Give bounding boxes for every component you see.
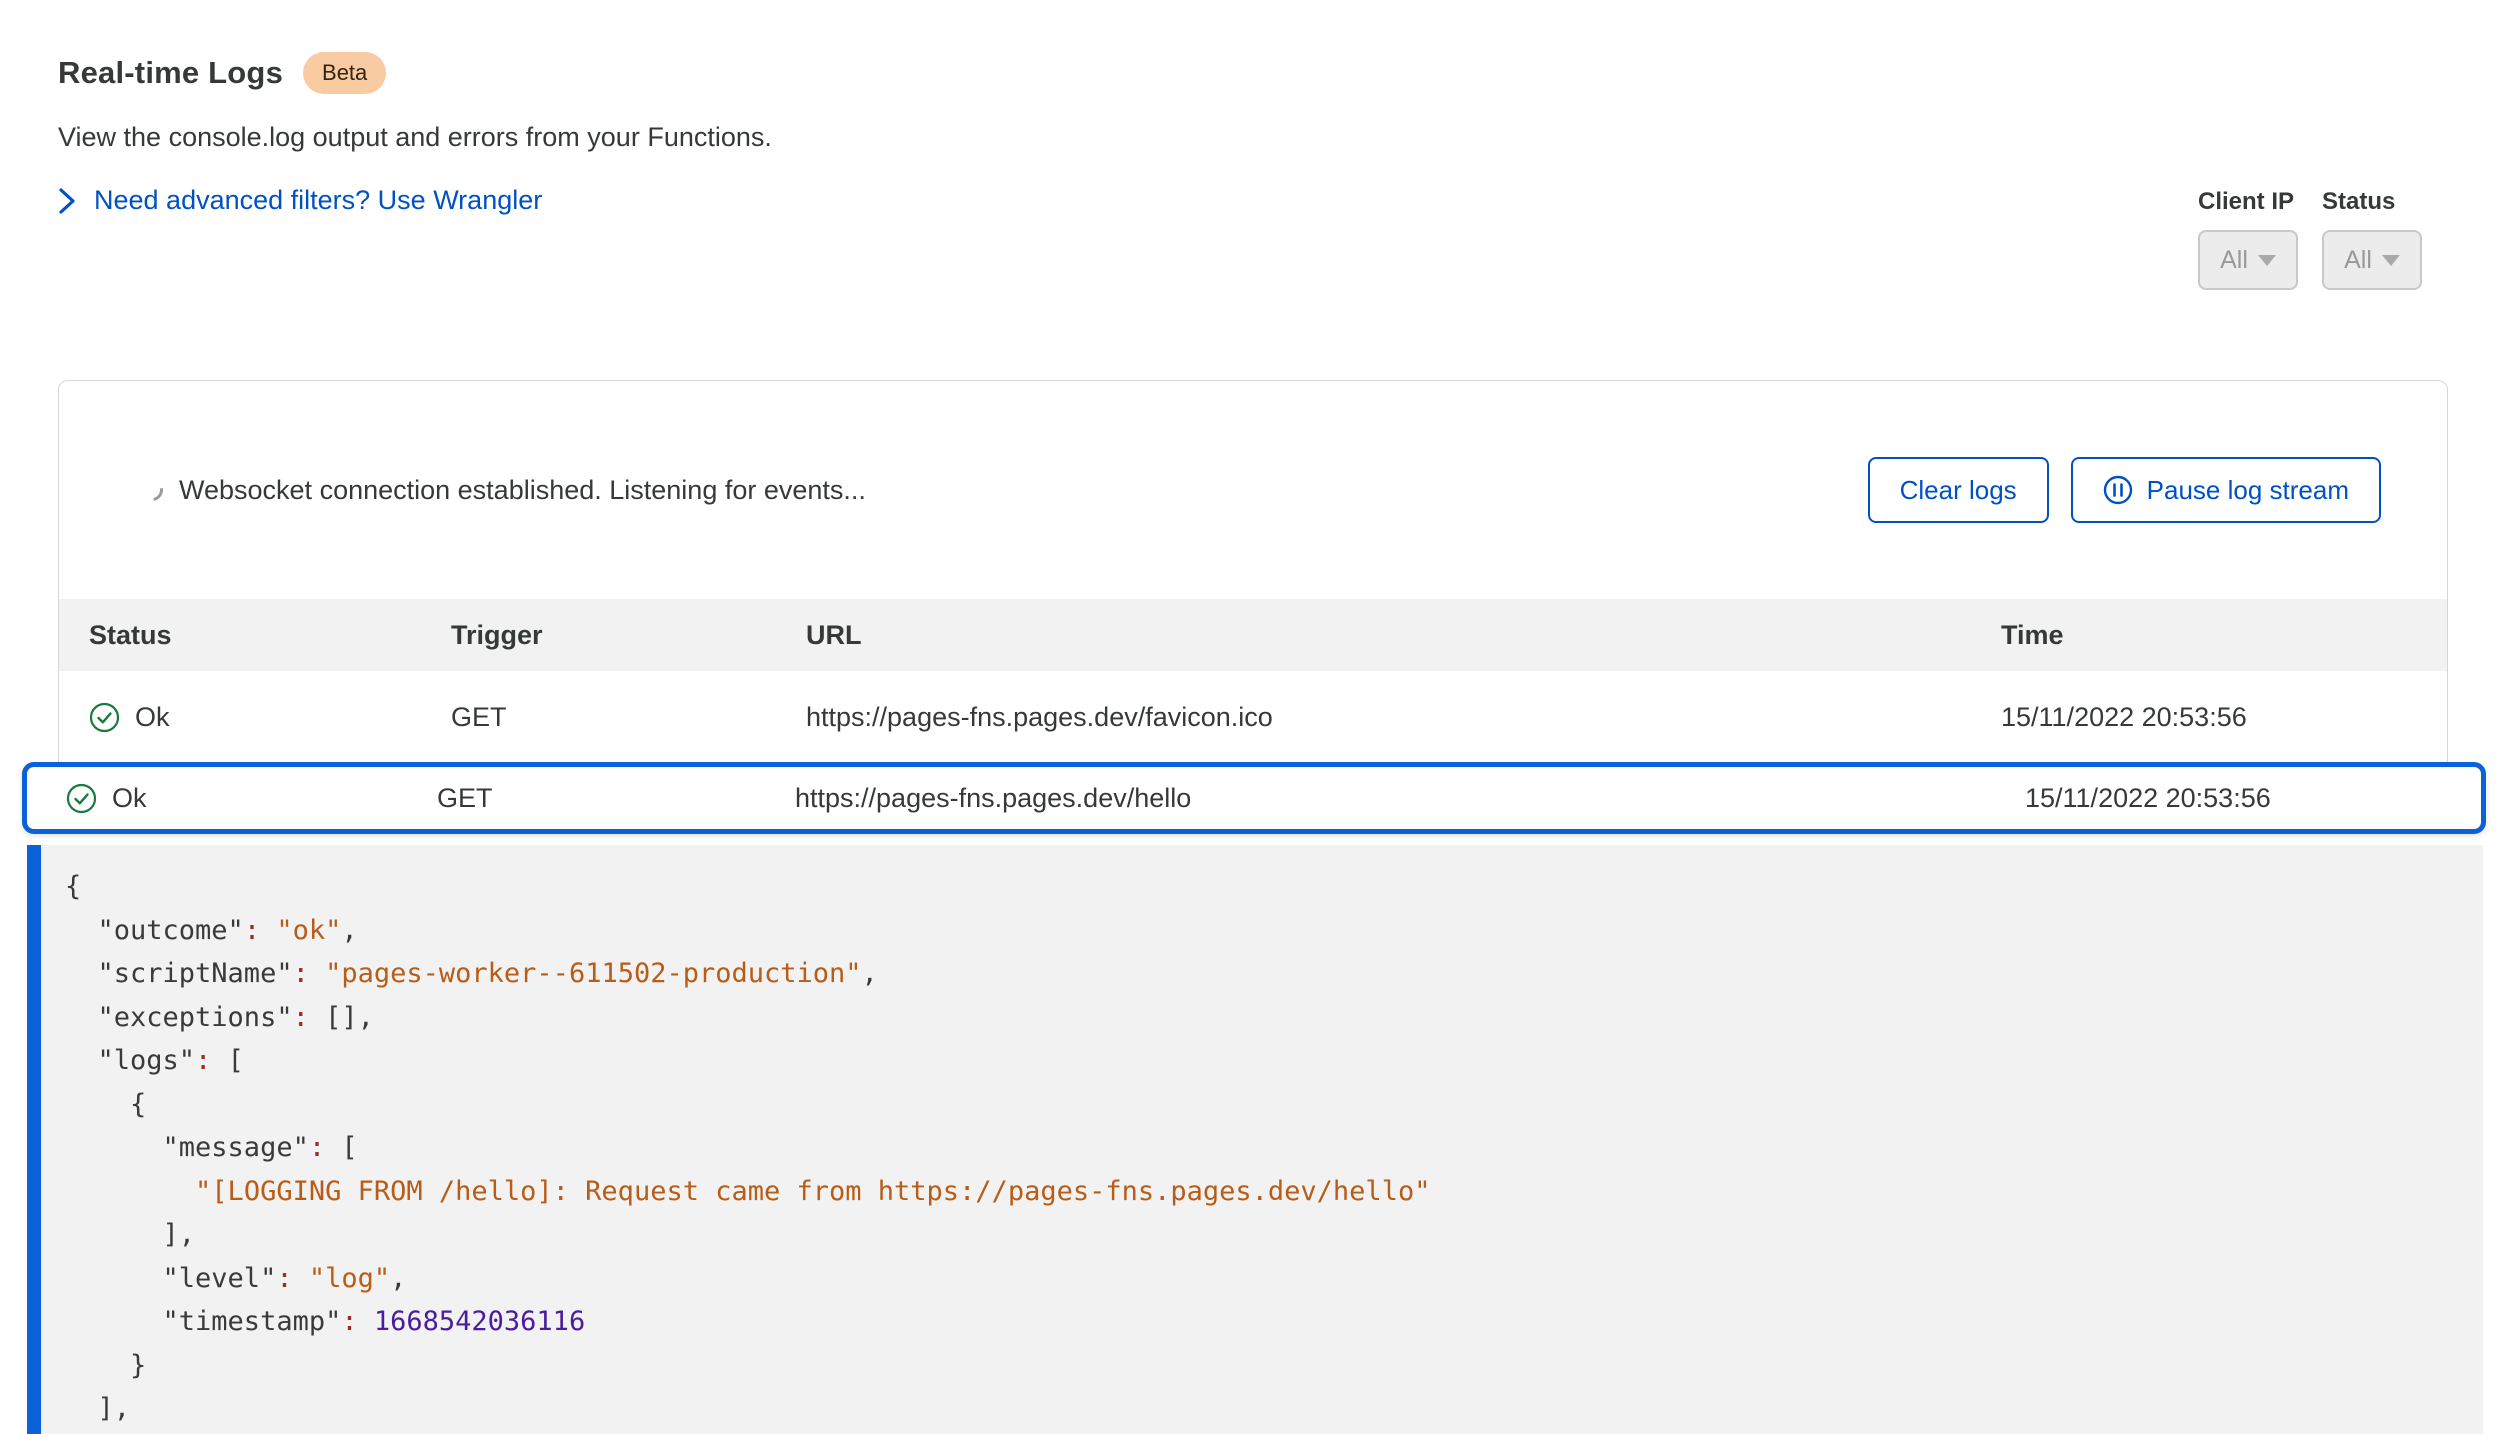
status-cell-label: Ok <box>135 702 170 733</box>
status-filter-label: Status <box>2322 188 2422 216</box>
client-ip-filter-value: All <box>2220 246 2248 275</box>
stream-status-message: Websocket connection established. Listen… <box>179 475 1846 506</box>
status-cell: Ok <box>89 702 451 733</box>
expanded-log-row[interactable]: Ok GET https://pages-fns.pages.dev/hello… <box>22 762 2486 834</box>
spinner-icon <box>137 475 168 506</box>
dropdown-caret-icon <box>2382 255 2400 266</box>
log-detail-panel: { "outcome": "ok", "scriptName": "pages-… <box>27 845 2483 1434</box>
time-cell: 15/11/2022 20:53:56 <box>2001 702 2447 733</box>
chevron-right-icon <box>58 187 76 215</box>
column-header-time: Time <box>2001 620 2447 651</box>
ok-status-icon <box>66 783 97 814</box>
time-cell: 15/11/2022 20:53:56 <box>2025 783 2481 814</box>
url-cell: https://pages-fns.pages.dev/favicon.ico <box>806 702 2001 733</box>
log-table-header: Status Trigger URL Time <box>59 599 2447 671</box>
clear-logs-button-label: Clear logs <box>1900 475 2017 506</box>
url-cell: https://pages-fns.pages.dev/hello <box>795 783 2025 814</box>
pause-icon <box>2103 475 2133 505</box>
status-filter-dropdown[interactable]: All <box>2322 230 2422 290</box>
status-cell-label: Ok <box>112 783 147 814</box>
status-filter-value: All <box>2344 246 2372 275</box>
pause-log-stream-button[interactable]: Pause log stream <box>2071 457 2381 523</box>
ok-status-icon <box>89 702 120 733</box>
trigger-cell: GET <box>437 783 795 814</box>
beta-badge: Beta <box>303 52 386 94</box>
client-ip-filter-dropdown[interactable]: All <box>2198 230 2298 290</box>
stream-status-bar: Websocket connection established. Listen… <box>59 381 2447 599</box>
page-header: Real-time Logs Beta View the console.log… <box>58 52 772 216</box>
client-ip-filter-label: Client IP <box>2198 188 2298 216</box>
clear-logs-button[interactable]: Clear logs <box>1868 457 2049 523</box>
wrangler-link-label: Need advanced filters? Use Wrangler <box>94 185 542 216</box>
status-cell: Ok <box>66 783 437 814</box>
log-detail-code: { "outcome": "ok", "scriptName": "pages-… <box>65 865 2483 1431</box>
trigger-cell: GET <box>451 702 806 733</box>
page-subtitle: View the console.log output and errors f… <box>58 122 772 153</box>
column-header-url: URL <box>806 620 2001 651</box>
log-table-row[interactable]: Ok GET https://pages-fns.pages.dev/favic… <box>59 671 2447 764</box>
pause-log-stream-button-label: Pause log stream <box>2147 475 2349 506</box>
expanded-log-entry: Ok GET https://pages-fns.pages.dev/hello… <box>22 762 2486 1434</box>
column-header-status: Status <box>89 620 451 651</box>
logs-panel: Websocket connection established. Listen… <box>58 380 2448 764</box>
dropdown-caret-icon <box>2258 255 2276 266</box>
log-filters: Client IP All Status All <box>2198 188 2422 290</box>
column-header-trigger: Trigger <box>451 620 806 651</box>
page-title: Real-time Logs <box>58 55 283 91</box>
wrangler-link[interactable]: Need advanced filters? Use Wrangler <box>58 185 772 216</box>
